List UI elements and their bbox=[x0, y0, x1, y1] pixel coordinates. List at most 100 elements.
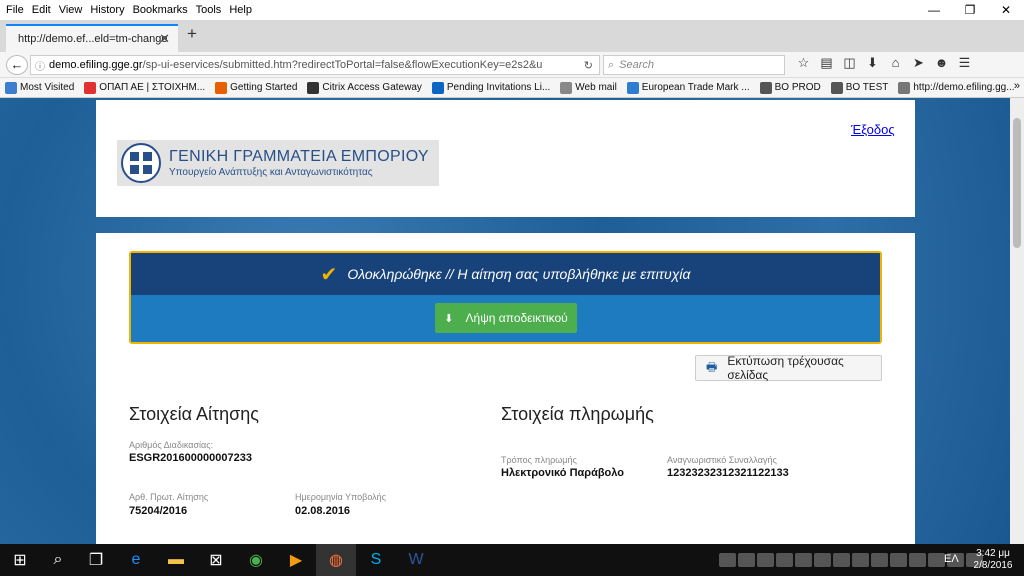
download-icon: ⬇ bbox=[444, 312, 454, 325]
image-icon bbox=[759, 81, 772, 94]
bookmark-label: European Trade Mark ... bbox=[641, 82, 750, 93]
payment-method-label: Τρόπος πληρωμής bbox=[501, 455, 577, 465]
windows-start-icon[interactable]: ⊞ bbox=[0, 544, 40, 576]
menu-bar: File Edit View History Bookmarks Tools H… bbox=[0, 0, 1024, 20]
menu-history[interactable]: History bbox=[90, 4, 124, 16]
logout-link[interactable]: Έξοδος bbox=[851, 122, 895, 137]
menu-tools[interactable]: Tools bbox=[196, 4, 222, 16]
edge-icon[interactable]: e bbox=[116, 544, 156, 576]
bookmark-label: Web mail bbox=[575, 82, 617, 93]
bookmark-getting-started[interactable]: Getting Started bbox=[215, 81, 297, 94]
tray-icon[interactable] bbox=[890, 553, 907, 567]
tray-icon[interactable] bbox=[738, 553, 755, 567]
image-icon bbox=[830, 81, 843, 94]
tray-icon[interactable] bbox=[795, 553, 812, 567]
procedure-number-value: ESGR201600000007233 bbox=[129, 452, 252, 464]
hello-icon[interactable]: ☻ bbox=[930, 55, 953, 71]
bookmarks-toolbar: Most Visited ΟΠΑΠ ΑΕ | ΣΤΟΙΧΗΜ... Gettin… bbox=[0, 78, 1024, 98]
hamburger-menu-icon[interactable]: ☰ bbox=[953, 55, 976, 71]
scrollbar[interactable] bbox=[1010, 98, 1024, 544]
search-input[interactable]: ⌕ Search bbox=[603, 55, 785, 75]
info-icon[interactable]: ⓘ bbox=[31, 58, 49, 73]
payment-details-title: Στοιχεία πληρωμής bbox=[501, 404, 654, 424]
submission-date-value: 02.08.2016 bbox=[295, 505, 351, 517]
tray-icon[interactable] bbox=[776, 553, 793, 567]
download-receipt-button[interactable]: ⬇ Λήψη αποδεικτικού bbox=[435, 303, 577, 333]
success-banner: ✔ Ολοκληρώθηκε // Η αίτηση σας υποβλήθηκ… bbox=[129, 251, 882, 344]
browser-tab[interactable]: http://demo.ef...eld=tm-change ✕ bbox=[6, 24, 178, 52]
skype-icon[interactable]: S bbox=[356, 544, 396, 576]
bookmark-label: Most Visited bbox=[20, 82, 75, 93]
pocket-icon[interactable]: ◫ bbox=[838, 55, 861, 71]
menu-bookmarks[interactable]: Bookmarks bbox=[133, 4, 188, 16]
media-player-icon[interactable]: ▶ bbox=[276, 544, 316, 576]
tray-icon[interactable] bbox=[928, 553, 945, 567]
print-page-button[interactable]: 🖶 Εκτύπωση τρέχουσας σελίδας bbox=[695, 354, 882, 382]
send-icon[interactable]: ➤ bbox=[907, 55, 930, 71]
bookmark-icon bbox=[5, 81, 17, 94]
printer-icon: 🖶 bbox=[706, 359, 718, 374]
menu-edit[interactable]: Edit bbox=[32, 4, 51, 16]
globe-icon bbox=[560, 81, 573, 94]
restore-button[interactable]: ❐ bbox=[952, 0, 988, 20]
taskbar: ⊞ ⌕ ❐ e ▬ ⊠ ◉ ▶ ◍ S W ΕΛ 3:42 μμ 2/8/201… bbox=[0, 544, 1024, 576]
chrome-icon[interactable]: ◉ bbox=[236, 544, 276, 576]
bookmark-demo-efiling[interactable]: http://demo.efiling.gg... bbox=[898, 81, 1015, 94]
new-tab-button[interactable]: + bbox=[187, 24, 197, 44]
store-icon[interactable]: ⊠ bbox=[196, 544, 236, 576]
tray-icon[interactable] bbox=[871, 553, 888, 567]
bookmark-label: BO PROD bbox=[774, 82, 821, 93]
minimize-button[interactable]: — bbox=[916, 0, 952, 20]
site-logo[interactable]: ΓΕΝΙΚΗ ΓΡΑΜΜΑΤΕΙΑ ΕΜΠΟΡΙΟΥ Υπουργείο Ανά… bbox=[117, 140, 439, 186]
reload-icon[interactable]: ↻ bbox=[584, 59, 593, 72]
bookmark-euipo[interactable]: European Trade Mark ... bbox=[626, 81, 750, 94]
file-explorer-icon[interactable]: ▬ bbox=[156, 544, 196, 576]
tab-close-icon[interactable]: ✕ bbox=[159, 31, 170, 47]
bookmark-webmail[interactable]: Web mail bbox=[560, 81, 617, 94]
clock[interactable]: 3:42 μμ 2/8/2016 bbox=[968, 548, 1018, 572]
task-view-icon[interactable]: ❐ bbox=[76, 544, 116, 576]
chevron-more-icon[interactable]: » bbox=[1014, 80, 1020, 92]
bookmark-most-visited[interactable]: Most Visited bbox=[5, 81, 75, 94]
bookmark-bo-test[interactable]: BO TEST bbox=[830, 81, 888, 94]
download-icon[interactable]: ⬇ bbox=[861, 55, 884, 71]
protocol-number-value: 75204/2016 bbox=[129, 505, 188, 517]
protocol-number-label: Αρθ. Πρωτ. Αίτησης bbox=[129, 492, 209, 502]
bookmark-linkedin[interactable]: Pending Invitations Li... bbox=[431, 81, 551, 94]
back-button[interactable]: ← bbox=[6, 55, 28, 75]
menu-file[interactable]: File bbox=[6, 4, 24, 16]
close-window-button[interactable]: ✕ bbox=[988, 0, 1024, 20]
bookmark-citrix[interactable]: Citrix Access Gateway bbox=[307, 81, 422, 94]
bookmark-star-icon[interactable]: ☆ bbox=[792, 55, 815, 71]
tray-icon[interactable] bbox=[719, 553, 736, 567]
bookmark-label: Pending Invitations Li... bbox=[446, 82, 551, 93]
language-indicator[interactable]: ΕΛ bbox=[944, 553, 959, 565]
home-icon[interactable]: ⌂ bbox=[884, 55, 907, 71]
logo-subtitle: Υπουργείο Ανάπτυξης και Ανταγωνιστικότητ… bbox=[169, 167, 373, 178]
bookmark-icon bbox=[84, 81, 97, 94]
search-icon[interactable]: ⌕ bbox=[38, 544, 78, 576]
arrow-left-icon: ← bbox=[10, 57, 24, 72]
tray-icon[interactable] bbox=[757, 553, 774, 567]
menu-view[interactable]: View bbox=[59, 4, 83, 16]
bookmark-icon bbox=[626, 81, 639, 94]
url-bar[interactable]: ⓘ demo.efiling.gge.gr/sp-ui-eservices/su… bbox=[30, 55, 600, 75]
tray-icon[interactable] bbox=[814, 553, 831, 567]
menu-help[interactable]: Help bbox=[229, 4, 252, 16]
tab-title: http://demo.ef...eld=tm-change bbox=[18, 33, 168, 45]
search-icon: ⌕ bbox=[608, 58, 615, 71]
word-icon[interactable]: W bbox=[396, 544, 436, 576]
tray-icon[interactable] bbox=[909, 553, 926, 567]
tray-icon[interactable] bbox=[852, 553, 869, 567]
firefox-icon bbox=[215, 81, 228, 94]
firefox-icon[interactable]: ◍ bbox=[316, 544, 356, 576]
tray-icon[interactable] bbox=[833, 553, 850, 567]
bookmark-bo-prod[interactable]: BO PROD bbox=[759, 81, 821, 94]
reading-list-icon[interactable]: ▤ bbox=[815, 55, 838, 71]
bookmark-opap[interactable]: ΟΠΑΠ ΑΕ | ΣΤΟΙΧΗΜ... bbox=[84, 81, 205, 94]
payment-method-value: Ηλεκτρονικό Παράβολο bbox=[501, 467, 624, 479]
scrollbar-thumb[interactable] bbox=[1013, 118, 1021, 248]
download-label: Λήψη αποδεικτικού bbox=[465, 311, 568, 325]
application-details-title: Στοιχεία Αίτησης bbox=[129, 404, 259, 424]
globe-icon bbox=[898, 81, 911, 94]
